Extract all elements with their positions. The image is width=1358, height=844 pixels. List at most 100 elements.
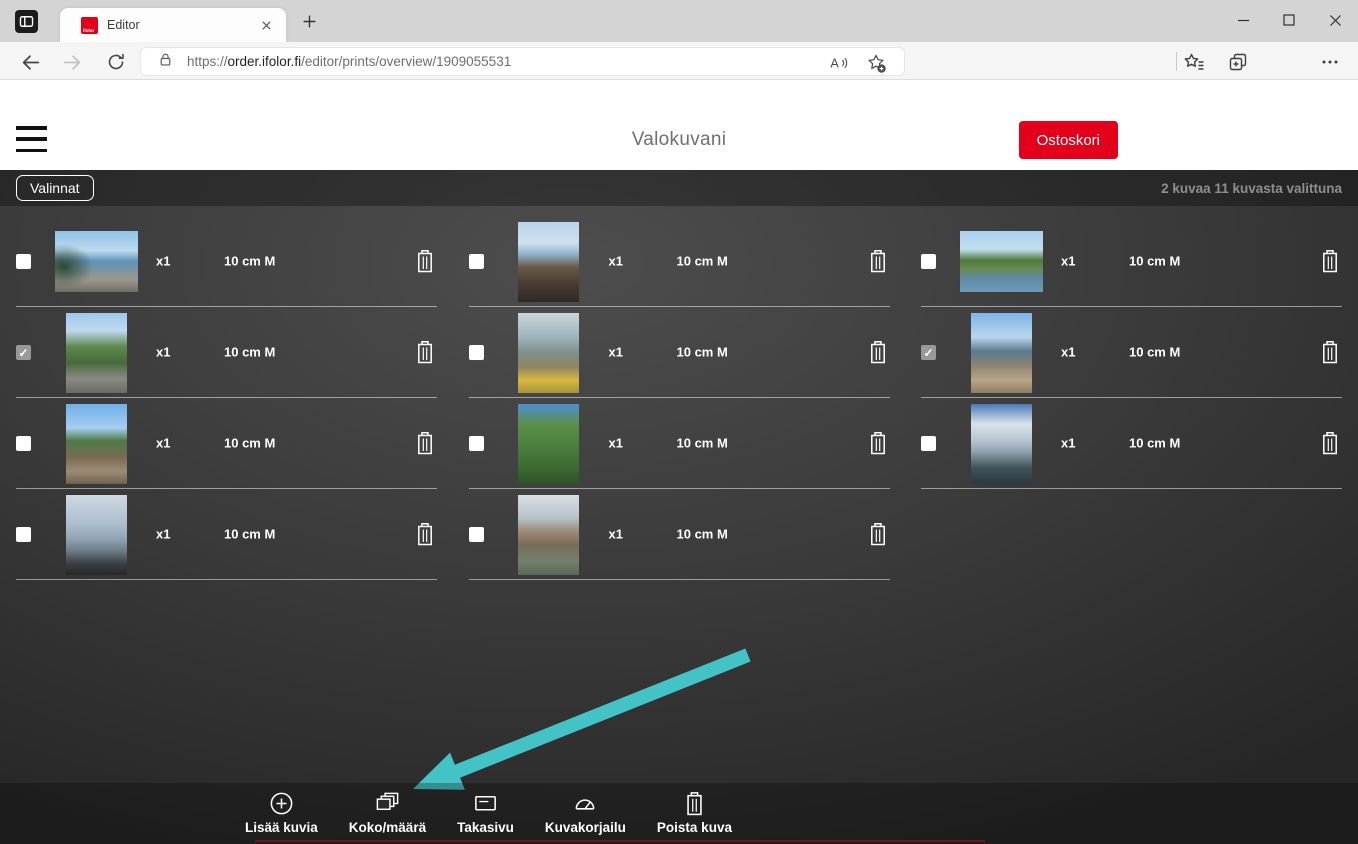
settings-more-icon[interactable] bbox=[1318, 50, 1342, 74]
delete-photo-icon[interactable] bbox=[414, 339, 436, 365]
photo-row: x1 10 cm M bbox=[468, 489, 890, 580]
toolbar-item-image-correction[interactable]: Kuvakorjailu bbox=[545, 783, 626, 835]
back-icon[interactable] bbox=[19, 51, 41, 73]
url-scheme: https:// bbox=[187, 54, 228, 69]
photo-checkbox[interactable] bbox=[468, 254, 484, 269]
toolbar-item-label: Kuvakorjailu bbox=[544, 820, 626, 835]
delete-photo-icon[interactable] bbox=[414, 430, 436, 456]
add-photos-icon bbox=[268, 789, 295, 817]
browser-titlebar: ifolor Editor bbox=[0, 0, 1358, 42]
lock-icon[interactable] bbox=[157, 51, 174, 73]
delete-photo-icon[interactable] bbox=[1319, 339, 1341, 365]
photo-checkbox[interactable] bbox=[16, 345, 31, 360]
photo-checkbox[interactable] bbox=[921, 436, 936, 451]
photo-quantity: x1 bbox=[608, 526, 623, 542]
tab-close-icon[interactable] bbox=[258, 17, 274, 33]
browser-toolbar: https://order.ifolor.fi/editor/prints/ov… bbox=[0, 42, 1358, 80]
read-aloud-icon[interactable]: A bbox=[827, 52, 849, 74]
photo-quantity: x1 bbox=[608, 253, 623, 269]
photo-thumbnail[interactable] bbox=[65, 312, 127, 393]
window-controls bbox=[1220, 0, 1358, 42]
photo-thumb-wrap bbox=[44, 307, 148, 398]
photo-checkbox[interactable] bbox=[468, 527, 484, 542]
toolbar-item-back-side[interactable]: Takasivu bbox=[457, 783, 514, 835]
progress-line bbox=[255, 840, 985, 842]
photo-checkbox[interactable] bbox=[468, 345, 484, 360]
photo-thumbnail[interactable] bbox=[970, 403, 1032, 484]
photo-thumb-wrap bbox=[497, 216, 601, 307]
cart-button[interactable]: Ostoskori bbox=[1018, 121, 1118, 159]
delete-photo-icon[interactable] bbox=[1319, 248, 1341, 274]
toolbar-item-add-photos[interactable]: Lisää kuvia bbox=[245, 783, 318, 835]
photo-checkbox[interactable] bbox=[16, 436, 31, 451]
photo-quantity: x1 bbox=[156, 253, 171, 269]
photo-thumbnail[interactable] bbox=[65, 494, 127, 575]
toolbar-item-label: Poista kuva bbox=[656, 820, 732, 835]
forward-icon[interactable] bbox=[61, 51, 83, 73]
page-header: Valokuvani Ostoskori bbox=[0, 80, 1358, 170]
add-favorite-icon[interactable] bbox=[865, 52, 887, 74]
photo-checkbox[interactable] bbox=[921, 254, 936, 269]
photo-thumbnail[interactable] bbox=[54, 231, 138, 292]
photo-thumbnail[interactable] bbox=[970, 312, 1032, 393]
tab-actions-menu-button[interactable] bbox=[15, 10, 38, 33]
address-bar[interactable]: https://order.ifolor.fi/editor/prints/ov… bbox=[140, 47, 905, 76]
photo-thumbnail[interactable] bbox=[518, 494, 579, 575]
photo-size: 10 cm M bbox=[1129, 435, 1181, 451]
photo-row: x1 10 cm M bbox=[468, 398, 890, 489]
photo-size: 10 cm M bbox=[676, 526, 728, 542]
photo-thumbnail[interactable] bbox=[518, 403, 579, 484]
photo-size: 10 cm M bbox=[224, 526, 276, 542]
photo-thumbnail[interactable] bbox=[65, 403, 127, 484]
photo-row: x1 10 cm M bbox=[921, 398, 1342, 489]
photo-thumb-wrap bbox=[949, 307, 1053, 398]
bottom-toolbar: Lisää kuvia Koko/määrä Takasivu Kuvakorj… bbox=[0, 783, 1358, 844]
photo-size: 10 cm M bbox=[224, 344, 276, 360]
url-host: order.ifolor.fi bbox=[227, 54, 302, 69]
delete-photo-icon[interactable] bbox=[414, 521, 436, 547]
delete-photo-icon[interactable] bbox=[867, 521, 889, 547]
refresh-icon[interactable] bbox=[105, 51, 127, 73]
photo-thumb-wrap bbox=[949, 398, 1053, 489]
selection-status: 2 kuvaa 11 kuvasta valittuna bbox=[1161, 180, 1342, 196]
minimize-icon[interactable] bbox=[1220, 0, 1266, 40]
photo-column-1: x1 10 cm M x1 10 cm M x1 10 cm M x1 10 c… bbox=[16, 216, 437, 580]
toolbar-item-delete-photo[interactable]: Poista kuva bbox=[657, 783, 732, 835]
favorites-hub-icon[interactable] bbox=[1182, 50, 1206, 74]
photo-quantity: x1 bbox=[1061, 435, 1076, 451]
tab-title: Editor bbox=[107, 18, 140, 32]
image-correction-icon bbox=[571, 789, 599, 817]
photo-column-3: x1 10 cm M x1 10 cm M x1 10 cm M bbox=[921, 216, 1342, 580]
svg-text:A: A bbox=[830, 57, 839, 71]
new-tab-button[interactable] bbox=[300, 12, 318, 30]
delete-photo-icon[interactable] bbox=[1319, 430, 1341, 456]
toolbar-item-label: Koko/määrä bbox=[348, 820, 427, 835]
toolbar-item-size-quantity[interactable]: Koko/määrä bbox=[349, 783, 426, 835]
photo-quantity: x1 bbox=[1061, 344, 1076, 360]
photo-size: 10 cm M bbox=[676, 344, 728, 360]
photo-size: 10 cm M bbox=[676, 253, 728, 269]
close-window-icon[interactable] bbox=[1312, 0, 1358, 40]
delete-photo-icon[interactable] bbox=[867, 248, 889, 274]
browser-tab-editor[interactable]: ifolor Editor bbox=[60, 8, 286, 42]
delete-photo-icon[interactable] bbox=[414, 248, 436, 274]
photo-row: x1 10 cm M bbox=[16, 307, 437, 398]
photo-row: x1 10 cm M bbox=[16, 489, 437, 580]
delete-photo-icon[interactable] bbox=[867, 339, 889, 365]
photo-checkbox[interactable] bbox=[921, 345, 936, 360]
photo-checkbox[interactable] bbox=[16, 527, 31, 542]
delete-photo-icon[interactable] bbox=[867, 430, 889, 456]
options-button[interactable]: Valinnat bbox=[16, 175, 94, 201]
photo-checkbox[interactable] bbox=[16, 254, 31, 269]
photo-thumbnail[interactable] bbox=[959, 231, 1043, 292]
photo-grid: x1 10 cm M x1 10 cm M x1 10 cm M x1 10 c… bbox=[16, 216, 1342, 580]
toolbar-item-label: Takasivu bbox=[457, 820, 514, 835]
photo-size: 10 cm M bbox=[676, 435, 728, 451]
maximize-icon[interactable] bbox=[1266, 0, 1312, 40]
photo-thumb-wrap bbox=[44, 398, 148, 489]
url-path: /editor/prints/overview/1909055531 bbox=[301, 54, 512, 69]
photo-thumbnail[interactable] bbox=[518, 221, 579, 302]
photo-checkbox[interactable] bbox=[468, 436, 484, 451]
collections-icon[interactable] bbox=[1226, 50, 1250, 74]
photo-thumbnail[interactable] bbox=[518, 312, 579, 393]
